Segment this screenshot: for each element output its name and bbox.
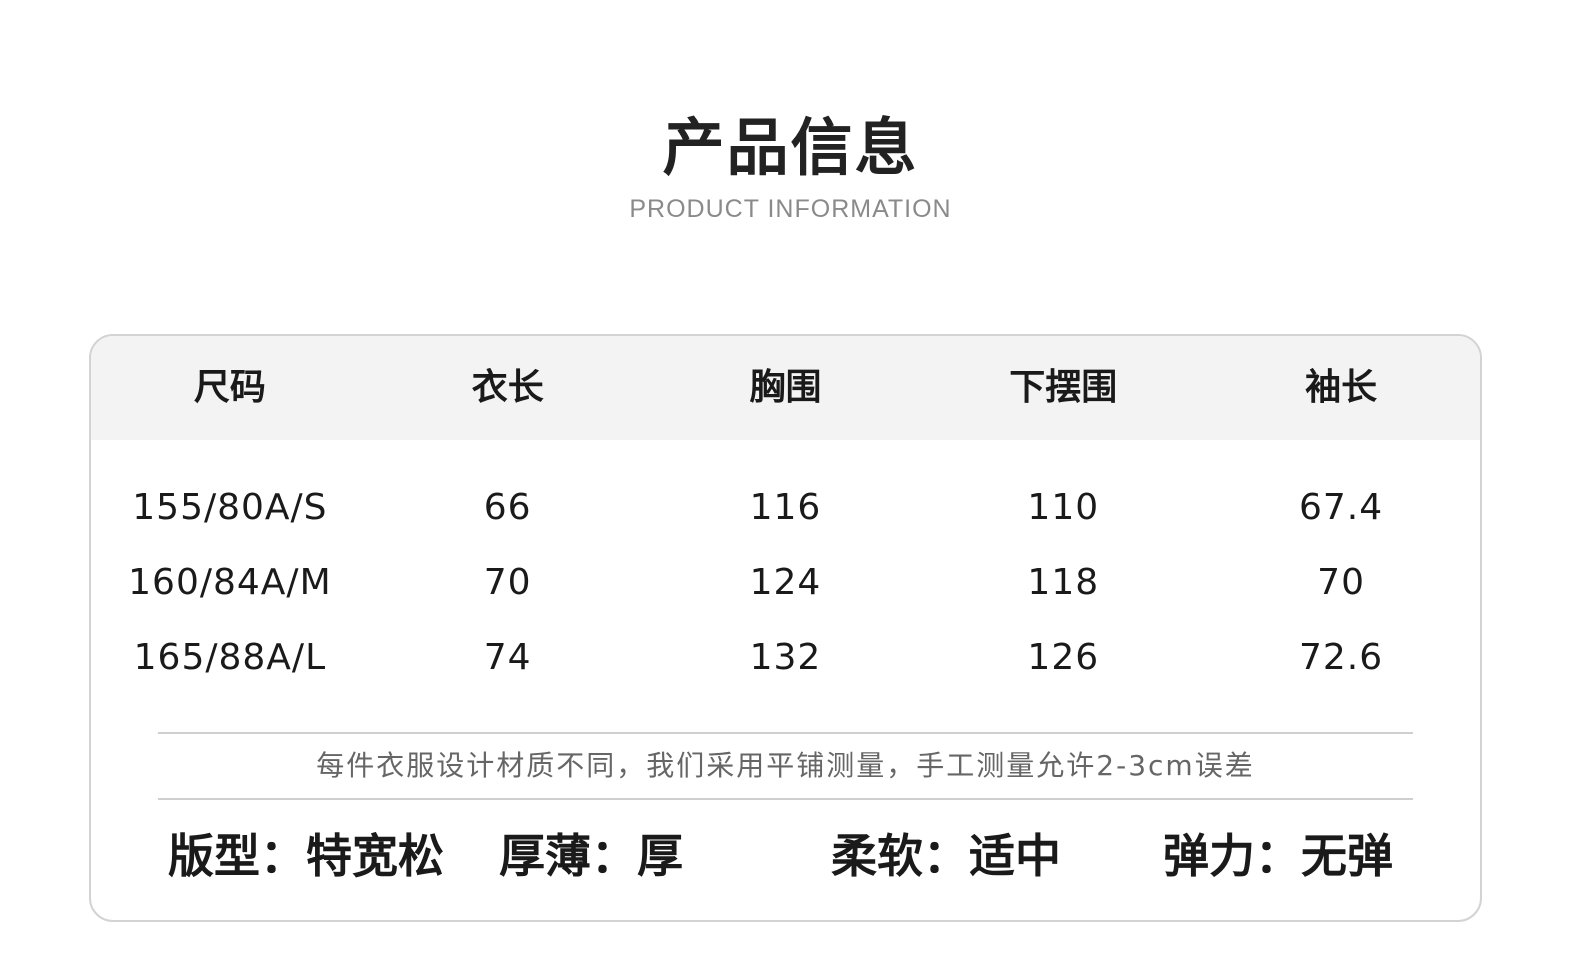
table-row: 155/80A/S 66 116 110 67.4 (91, 470, 1480, 545)
table-cell: 116 (749, 487, 822, 528)
table-cell: 70 (483, 562, 532, 603)
table-cell: 66 (483, 487, 532, 528)
column-header-chest: 胸围 (749, 367, 822, 408)
table-body: 155/80A/S 66 116 110 67.4 160/84A/M 70 1… (91, 470, 1480, 695)
divider-bottom (158, 798, 1413, 800)
table-cell: 132 (749, 637, 822, 678)
table-cell: 110 (1027, 487, 1100, 528)
column-header-sleeve: 袖长 (1305, 367, 1378, 408)
table-cell: 118 (1027, 562, 1100, 603)
table-cell: 155/80A/S (132, 487, 328, 528)
column-header-length: 衣长 (471, 367, 544, 408)
table-header: 尺码 衣长 胸围 下摆围 袖长 (91, 336, 1480, 440)
table-cell: 160/84A/M (128, 562, 332, 603)
product-attributes: 版型：特宽松 厚薄：厚 柔软：适中 弹力：无弹 (91, 816, 1480, 896)
attribute-elasticity: 弹力：无弹 (1163, 829, 1393, 883)
divider-top (158, 732, 1413, 734)
page-title: 产品信息 (662, 111, 919, 184)
table-cell: 126 (1027, 637, 1100, 678)
attribute-thickness: 厚薄：厚 (499, 829, 683, 883)
page-subtitle: PRODUCT INFORMATION (629, 195, 952, 223)
attribute-softness: 柔软：适中 (831, 829, 1061, 883)
table-cell: 124 (749, 562, 822, 603)
table-cell: 70 (1317, 562, 1365, 603)
table-cell: 72.6 (1299, 637, 1384, 678)
column-header-size: 尺码 (193, 367, 266, 408)
column-header-hem: 下摆围 (1009, 367, 1118, 408)
table-row: 160/84A/M 70 124 118 70 (91, 545, 1480, 620)
measurement-note: 每件衣服设计材质不同，我们采用平铺测量，手工测量允许2-3cm误差 (316, 749, 1255, 782)
product-info-card: 尺码 衣长 胸围 下摆围 袖长 155/80A/S 66 116 110 67.… (89, 334, 1482, 922)
table-cell: 67.4 (1299, 487, 1384, 528)
table-row: 165/88A/L 74 132 126 72.6 (91, 620, 1480, 695)
attribute-fit: 版型：特宽松 (168, 829, 444, 883)
table-cell: 74 (483, 637, 532, 678)
table-cell: 165/88A/L (133, 637, 327, 678)
